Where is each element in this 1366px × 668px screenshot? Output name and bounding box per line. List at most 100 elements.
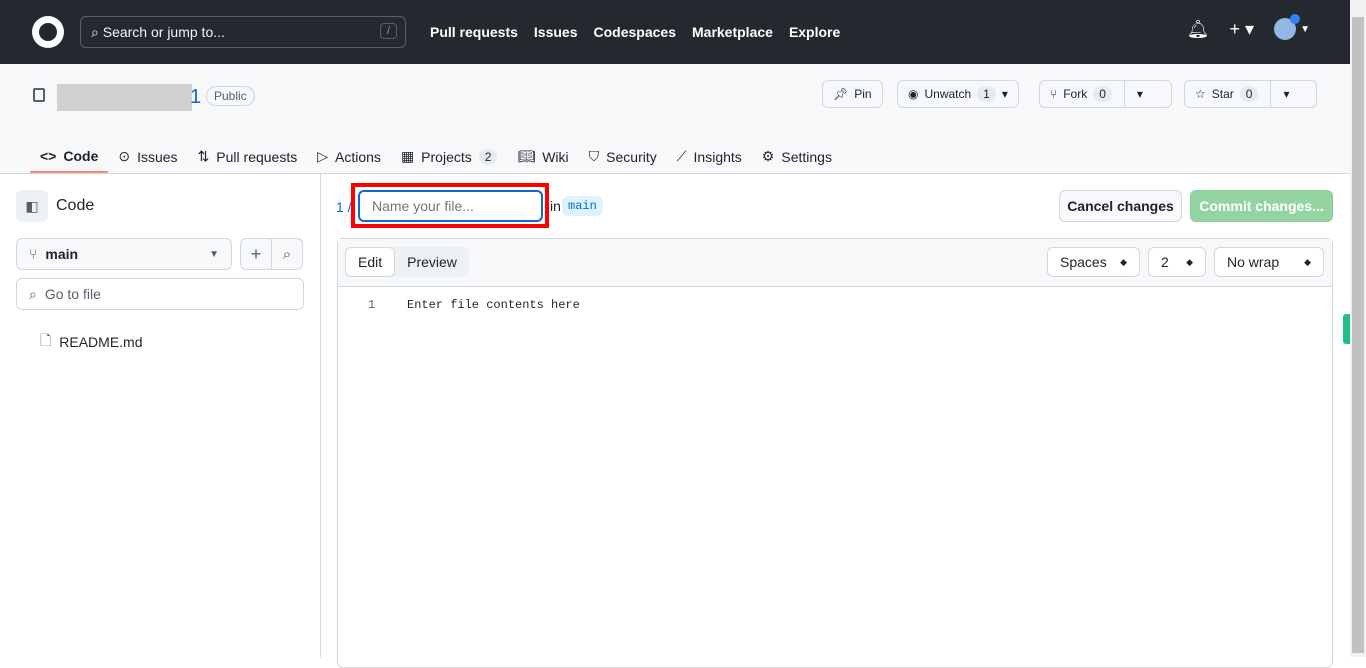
side-indicator bbox=[1343, 314, 1350, 344]
editor-toolbar: Edit Preview Spaces ◆ 2 ◆ No wrap ◆ bbox=[338, 239, 1332, 287]
tab-label: Wiki bbox=[542, 148, 569, 165]
wrap-mode-select[interactable]: No wrap ◆ bbox=[1214, 247, 1324, 277]
cancel-changes-button[interactable]: Cancel changes bbox=[1059, 190, 1182, 222]
indent-mode-value: Spaces bbox=[1060, 254, 1107, 270]
issue-icon: ⊙ bbox=[118, 148, 131, 164]
tab-settings[interactable]: ⚙ Settings bbox=[752, 140, 842, 173]
tab-preview[interactable]: Preview bbox=[395, 247, 469, 277]
commit-changes-button[interactable]: Commit changes... bbox=[1190, 190, 1333, 222]
search-files-button[interactable]: ⌕ bbox=[271, 238, 303, 270]
bell-icon[interactable]: 🔔︎ bbox=[1187, 19, 1210, 40]
projects-count: 2 bbox=[478, 148, 498, 165]
sidebar-title: Code bbox=[56, 197, 95, 214]
unwatch-label: Unwatch bbox=[924, 87, 972, 101]
code-area[interactable]: 1 Enter file contents here bbox=[338, 287, 1332, 667]
fork-label: Fork bbox=[1063, 87, 1088, 101]
nav-marketplace[interactable]: Marketplace bbox=[692, 24, 773, 40]
book-icon: 📖︎ bbox=[517, 148, 536, 164]
table-icon: ▦ bbox=[400, 148, 415, 164]
global-header: ⌕ Search or jump to... / Pull requests Is… bbox=[0, 0, 1350, 64]
sort-icon: ◆ bbox=[1120, 256, 1127, 267]
branch-selector[interactable]: ⑂ main ▼ bbox=[16, 238, 232, 270]
pin-icon: 📌︎ bbox=[833, 87, 849, 101]
tab-label: Code bbox=[63, 147, 99, 164]
pin-label: Pin bbox=[854, 87, 872, 101]
fork-button[interactable]: ⑂ Fork 0 ▾ bbox=[1039, 80, 1172, 108]
breadcrumb[interactable]: 1 / bbox=[336, 199, 352, 215]
create-new-icon[interactable]: + ▾ bbox=[1230, 19, 1255, 40]
repo-header: 1 Public 📌︎ Pin ◉ Unwatch 1 ▾ ⑂ Fork 0 ▾ ☆ Star 0… bbox=[0, 64, 1350, 174]
tab-actions[interactable]: ▷ Actions bbox=[307, 140, 391, 173]
search-icon: ⌕ bbox=[91, 23, 103, 40]
nav-issues[interactable]: Issues bbox=[534, 24, 578, 40]
tab-security[interactable]: ⛉ Security bbox=[579, 140, 667, 173]
tab-label: Pull requests bbox=[216, 148, 298, 165]
repo-icon bbox=[33, 88, 45, 102]
go-to-file-placeholder: Go to file bbox=[44, 286, 101, 302]
graph-icon: ⟋ bbox=[676, 148, 687, 164]
file-item[interactable]: 🗋 README.md bbox=[40, 330, 143, 354]
file-name: README.md bbox=[59, 334, 143, 350]
scrollbar-thumb[interactable] bbox=[1352, 17, 1364, 653]
collapse-sidebar-icon[interactable]: ◧ bbox=[16, 190, 48, 222]
search-shortcut: / bbox=[379, 23, 397, 39]
fork-icon: ⑂ bbox=[1050, 87, 1058, 101]
tab-pull-requests[interactable]: ⇅ Pull requests bbox=[188, 140, 308, 173]
search-placeholder: Search or jump to... bbox=[102, 24, 225, 40]
visibility-badge: Public bbox=[206, 86, 255, 106]
branch-badge: main bbox=[562, 196, 603, 216]
tab-projects[interactable]: ▦ Projects 2 bbox=[391, 140, 508, 173]
editor-pane: 1 / in main Cancel changes Commit change… bbox=[321, 174, 1350, 668]
avatar[interactable] bbox=[1274, 14, 1301, 40]
shield-icon: ⛉ bbox=[588, 148, 600, 164]
nav-explore[interactable]: Explore bbox=[789, 24, 840, 40]
file-tree-sidebar: ◧ Code ⑂ main ▼ + ⌕ ⌕ Go to file 🗋 README.md bbox=[0, 174, 321, 657]
fork-dropdown[interactable]: ▾ bbox=[1123, 81, 1143, 107]
tab-insights[interactable]: ⟋ Insights bbox=[667, 140, 752, 173]
github-logo-icon[interactable] bbox=[32, 16, 64, 48]
sort-icon: ◆ bbox=[1304, 256, 1311, 267]
add-file-button[interactable]: + bbox=[240, 238, 272, 270]
star-label: Star bbox=[1211, 87, 1234, 101]
tab-label: Actions bbox=[335, 148, 381, 165]
file-name-input[interactable] bbox=[358, 190, 543, 222]
chevron-down-icon: ▾ bbox=[1001, 87, 1008, 101]
page-scrollbar[interactable] bbox=[1350, 0, 1366, 657]
unwatch-button[interactable]: ◉ Unwatch 1 ▾ bbox=[897, 80, 1019, 108]
star-button[interactable]: ☆ Star 0 ▾ bbox=[1184, 80, 1317, 108]
file-icon: 🗋 bbox=[40, 332, 52, 348]
in-label: in bbox=[550, 198, 561, 214]
tab-label: Settings bbox=[781, 148, 832, 165]
code-editor: Edit Preview Spaces ◆ 2 ◆ No wrap ◆ 1 Enter… bbox=[337, 238, 1333, 668]
star-dropdown[interactable]: ▾ bbox=[1270, 81, 1290, 107]
caret-down-icon: ▼ bbox=[209, 248, 219, 260]
redacted-owner bbox=[57, 84, 192, 111]
chevron-down-icon: ▼ bbox=[1300, 23, 1310, 35]
nav-codespaces[interactable]: Codespaces bbox=[594, 24, 676, 40]
tab-issues[interactable]: ⊙ Issues bbox=[108, 140, 187, 173]
star-icon: ☆ bbox=[1195, 87, 1206, 101]
tab-wiki[interactable]: 📖︎ Wiki bbox=[507, 140, 578, 173]
search-icon: ⌕ bbox=[29, 285, 37, 302]
indent-mode-select[interactable]: Spaces ◆ bbox=[1047, 247, 1140, 277]
tab-label: Security bbox=[606, 148, 657, 165]
indent-size-select[interactable]: 2 ◆ bbox=[1148, 247, 1206, 277]
go-to-file-input[interactable]: ⌕ Go to file bbox=[16, 278, 304, 310]
nav-pull-requests[interactable]: Pull requests bbox=[430, 24, 518, 40]
repo-name[interactable]: 1 bbox=[190, 86, 201, 109]
branch-name: main bbox=[45, 246, 79, 262]
tab-label: Projects bbox=[421, 148, 472, 165]
fork-count: 0 bbox=[1093, 86, 1112, 102]
gear-icon: ⚙ bbox=[761, 148, 775, 164]
content-placeholder: Enter file contents here bbox=[407, 298, 580, 312]
line-number: 1 bbox=[368, 298, 376, 312]
search-input[interactable]: ⌕ Search or jump to... / bbox=[80, 16, 406, 48]
pull-request-icon: ⇅ bbox=[197, 148, 210, 164]
wrap-mode-value: No wrap bbox=[1227, 254, 1280, 270]
pin-button[interactable]: 📌︎ Pin bbox=[822, 80, 883, 108]
indent-size-value: 2 bbox=[1161, 254, 1169, 270]
tab-label: Insights bbox=[693, 148, 742, 165]
tab-code[interactable]: <> Code bbox=[30, 140, 109, 173]
tab-edit[interactable]: Edit bbox=[345, 247, 396, 277]
play-icon: ▷ bbox=[317, 148, 329, 164]
